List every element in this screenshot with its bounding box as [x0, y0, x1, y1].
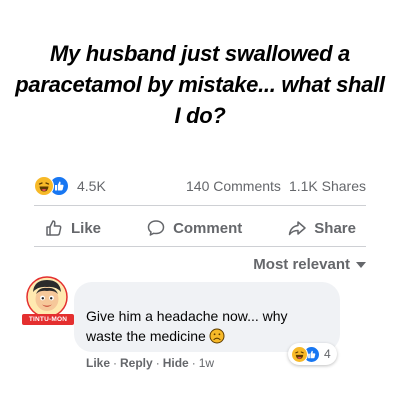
divider-top [34, 205, 366, 206]
comment-hide-link[interactable]: Hide [163, 356, 189, 370]
comments-count-link[interactable]: 140 Comments [186, 178, 281, 194]
post-stats-bar: 4.5K 140 Comments 1.1K Shares [34, 176, 366, 196]
comment-meta: Like · Reply · Hide · 1w [86, 356, 214, 370]
comment-reaction-count: 4 [324, 347, 331, 361]
sort-label: Most relevant [253, 256, 350, 273]
comment-sort-dropdown[interactable]: Most relevant [253, 256, 366, 273]
thumbs-up-icon [46, 220, 62, 236]
frown-emoji-icon [209, 328, 225, 344]
comment-bubble: Give him a headache now... why waste the… [74, 282, 340, 352]
reaction-summary[interactable]: 4.5K [34, 176, 106, 196]
avatar[interactable] [26, 276, 68, 318]
divider-bottom [34, 246, 366, 247]
comment-button-label: Comment [173, 219, 243, 237]
shares-count-link[interactable]: 1.1K Shares [289, 178, 366, 194]
meta-separator: · [155, 356, 160, 370]
comment-text: Give him a headache now... why waste the… [86, 308, 288, 344]
comment-button[interactable]: Comment [136, 218, 252, 238]
like-button-label: Like [71, 219, 102, 237]
haha-icon [34, 176, 54, 196]
avatar-badge: TINTU-MON [22, 314, 74, 325]
comment-reply-link[interactable]: Reply [120, 356, 153, 370]
reaction-count: 4.5K [77, 178, 106, 194]
meta-separator: · [113, 356, 118, 370]
post-actions: Like Comment Share [34, 214, 366, 242]
share-button-label: Share [314, 219, 356, 237]
post-headline: My husband just swallowed a paracetamol … [15, 41, 385, 128]
meta-separator: · [191, 356, 196, 370]
comment-like-link[interactable]: Like [86, 356, 110, 370]
share-button[interactable]: Share [277, 218, 366, 238]
haha-icon [291, 345, 308, 363]
chevron-down-icon [356, 261, 366, 268]
comment-reactions[interactable]: 4 [288, 343, 337, 365]
share-arrow-icon [289, 221, 307, 236]
comment-timestamp[interactable]: 1w [199, 356, 214, 370]
like-button[interactable]: Like [34, 218, 111, 238]
comment-bubble-icon [147, 220, 165, 236]
